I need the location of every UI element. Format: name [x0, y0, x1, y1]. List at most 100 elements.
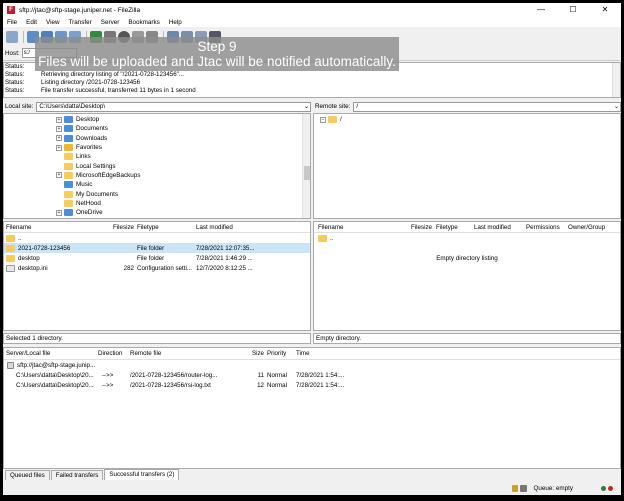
close-button[interactable]: ✕ [589, 3, 621, 17]
file-row[interactable]: .. [4, 233, 310, 243]
scrollbar-thumb[interactable] [304, 166, 310, 180]
folder-icon [318, 234, 327, 242]
menu-edit[interactable]: Edit [26, 19, 37, 26]
log-scrollbar[interactable] [612, 63, 620, 97]
server-icon [7, 361, 14, 369]
chevron-down-icon[interactable]: ⌄ [304, 103, 309, 111]
empty-listing-text: Empty directory listing [436, 255, 498, 262]
local-status-text: Selected 1 directory. [3, 333, 311, 344]
remote-site-path-input[interactable]: / ⌄ [353, 101, 621, 112]
tree-item-favorites[interactable]: + Favorites [56, 143, 310, 152]
folder-icon [64, 153, 73, 161]
tree-item-downloads[interactable]: + Downloads [56, 134, 310, 143]
collapse-icon: − [320, 116, 326, 123]
remote-list-header: Filename Filesize Filetype Last modified… [314, 222, 620, 233]
menu-server[interactable]: Server [101, 19, 120, 26]
menu-bar: File Edit View Transfer Server Bookmarks… [3, 17, 621, 27]
tree-item-documents[interactable]: + Documents [56, 124, 310, 133]
queue-item-row[interactable]: C:\Users\datta\Desktop\20... -->> /2021-… [4, 380, 620, 390]
file-row[interactable]: .. [314, 233, 620, 243]
col-server-local-file[interactable]: Server/Local file [4, 350, 98, 357]
remote-site-bar: Remote site: / ⌄ [313, 100, 621, 113]
col-filetype[interactable]: Filetype [134, 224, 196, 231]
tree-item-links[interactable]: Links [56, 152, 310, 161]
remote-directory-tree[interactable]: − / [313, 113, 621, 219]
title-bar: F sftp://jtac@sftp-stage.juniper.net - F… [3, 3, 621, 17]
tutorial-step-banner: Step 9 Files will be uploaded and Jtac w… [35, 37, 399, 71]
music-folder-icon [64, 181, 73, 189]
remote-status-text: Empty directory. [313, 333, 621, 344]
folder-icon [64, 190, 73, 198]
col-owner-group[interactable]: Owner/Group [568, 224, 612, 231]
transfer-queue[interactable]: Server/Local file Direction Remote file … [3, 347, 621, 469]
tab-failed-transfers[interactable]: Failed transfers [50, 470, 104, 480]
step-description: Files will be uploaded and Jtac will be … [38, 54, 396, 69]
col-filename[interactable]: Filename [4, 224, 104, 231]
col-permissions[interactable]: Permissions [526, 224, 568, 231]
col-filesize[interactable]: Filesize [390, 224, 432, 231]
filezilla-app-icon: F [7, 6, 15, 14]
col-last-modified[interactable]: Last modified [474, 224, 526, 231]
tree-item-local-settings[interactable]: Local Settings [56, 161, 310, 170]
remote-file-list[interactable]: Filename Filesize Filetype Last modified… [313, 221, 621, 331]
col-size[interactable]: Size [250, 350, 264, 357]
file-row[interactable]: 2021-0728-123456 File folder 7/28/2021 1… [4, 243, 310, 253]
folder-icon [64, 116, 73, 124]
local-list-header: Filename Filesize Filetype Last modified [4, 222, 310, 233]
tree-scrollbar[interactable] [302, 114, 310, 218]
folder-icon [64, 171, 73, 179]
expand-icon: + [56, 209, 62, 216]
local-directory-tree[interactable]: + Desktop + Documents + Downloads + Favorite… [3, 113, 311, 219]
folder-icon [64, 125, 73, 133]
file-row[interactable]: desktop.ini 282 Configuration setti... 1… [4, 263, 310, 273]
local-site-path-input[interactable]: C:\Users\datta\Desktop\ ⌄ [36, 101, 311, 112]
tree-item-root[interactable]: − / [320, 115, 620, 124]
col-last-modified[interactable]: Last modified [196, 224, 262, 231]
folder-icon [6, 254, 15, 262]
tree-item-desktop[interactable]: + Desktop [56, 115, 310, 124]
queue-server-row[interactable]: sftp://jtac@sftp-stage.junip... [4, 360, 620, 370]
tree-item-microsoftedgebackups[interactable]: + MicrosoftEdgeBackups [56, 171, 310, 180]
download-folder-icon [64, 134, 73, 142]
site-manager-icon[interactable] [6, 30, 18, 43]
col-time[interactable]: Time [296, 350, 346, 357]
lock-icon [512, 484, 519, 492]
menu-bookmarks[interactable]: Bookmarks [128, 19, 160, 26]
log-row: Status: File transfer successful, transfe… [5, 87, 196, 94]
server-status-icon [520, 484, 528, 492]
tree-item-music[interactable]: Music [56, 180, 310, 189]
tree-item-my-documents[interactable]: My Documents [56, 189, 310, 198]
expand-icon: + [56, 135, 62, 142]
upload-activity-icon [601, 485, 606, 491]
tab-successful-transfers[interactable]: Successful transfers (2) [104, 469, 180, 480]
local-file-list[interactable]: Filename Filesize Filetype Last modified… [3, 221, 311, 331]
col-remote-file[interactable]: Remote file [130, 350, 250, 357]
chevron-down-icon[interactable]: ⌄ [614, 103, 619, 111]
queue-item-row[interactable]: C:\Users\datta\Desktop\20... -->> /2021-… [4, 370, 620, 380]
tree-item-onedrive[interactable]: + OneDrive [56, 208, 310, 217]
col-filesize[interactable]: Filesize [104, 224, 134, 231]
tab-queued-files[interactable]: Queued files [5, 470, 50, 480]
menu-file[interactable]: File [7, 19, 17, 26]
host-label: Host: [5, 49, 20, 57]
expand-icon: + [56, 125, 62, 132]
expand-icon: + [56, 172, 62, 179]
menu-transfer[interactable]: Transfer [69, 19, 92, 26]
menu-help[interactable]: Help [169, 19, 182, 26]
settings-file-icon [6, 264, 15, 272]
col-priority[interactable]: Priority [264, 350, 296, 357]
file-row[interactable]: desktop File folder 7/28/2021 1:46:29 ..… [4, 253, 310, 263]
toolbar-divider [23, 30, 24, 43]
maximize-button[interactable]: ☐ [557, 3, 589, 17]
cloud-folder-icon [64, 209, 73, 217]
col-direction[interactable]: Direction [98, 350, 130, 357]
menu-view[interactable]: View [46, 19, 60, 26]
status-bar: Queue: empty [3, 481, 621, 495]
queue-header: Server/Local file Direction Remote file … [4, 348, 620, 360]
folder-icon [6, 244, 15, 252]
tree-item-nethood[interactable]: NetHood [56, 199, 310, 208]
minimize-button[interactable]: — [525, 3, 557, 17]
col-filename[interactable]: Filename [314, 224, 390, 231]
expand-icon: + [56, 144, 62, 151]
col-filetype[interactable]: Filetype [432, 224, 474, 231]
